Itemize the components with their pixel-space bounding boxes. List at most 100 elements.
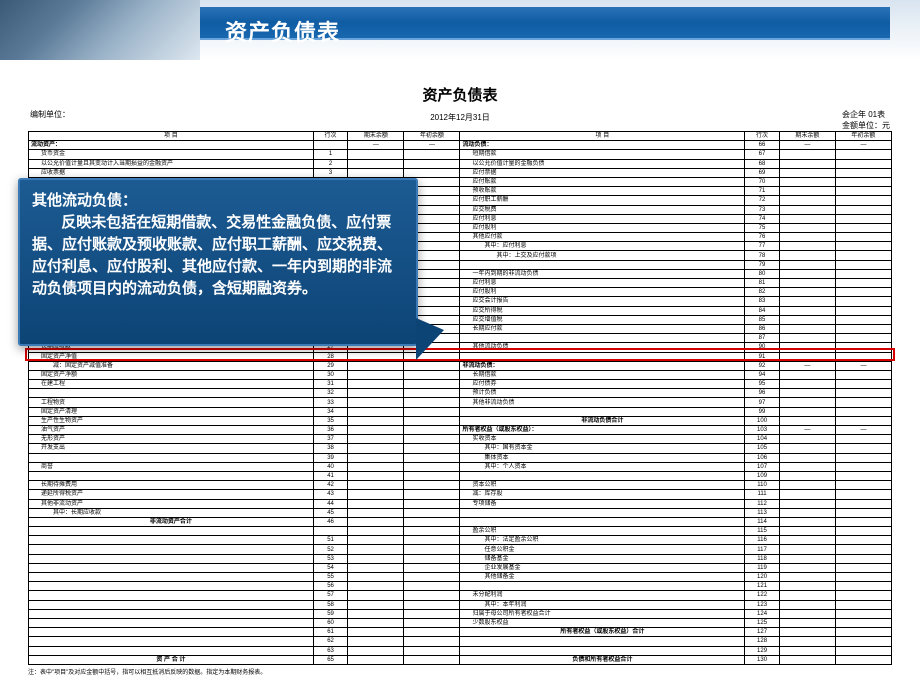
table-row: 51其中：法定盈余公积116 [29,536,892,545]
col-item-r: 项 目 [460,132,745,141]
item-cell: 非流动负债合计 [460,416,745,425]
rownum-cell: 103 [745,426,780,435]
item-cell [29,582,314,591]
begin-cell [835,508,891,517]
begin-cell [404,370,460,379]
begin-cell [835,453,891,462]
begin-cell [404,471,460,480]
end-cell [348,628,404,637]
item-cell: 商誉 [29,462,314,471]
end-cell [348,398,404,407]
item-cell: 以公允价值计量的金融负债 [460,159,745,168]
end-cell [348,637,404,646]
rownum-cell: 71 [745,187,780,196]
table-row: 流动资产：——流动负债：66—— [29,141,892,150]
end-cell [779,251,835,260]
item-cell: 其中：国有资本金 [460,444,745,453]
begin-cell [835,380,891,389]
end-cell [348,426,404,435]
end-cell [779,462,835,471]
rownum-cell: 79 [745,260,780,269]
rownum-cell: 58 [313,600,348,609]
rownum-cell: 60 [313,618,348,627]
item-cell [29,609,314,618]
rownum-cell: 68 [745,159,780,168]
callout-body: 反映未包括在短期借款、交易性金融负债、应付票据、应付账款及预收账款、应付职工薪酬… [32,212,404,300]
begin-cell [835,471,891,480]
begin-cell [835,242,891,251]
rownum-cell: 117 [745,545,780,554]
begin-cell [404,582,460,591]
end-cell: — [348,141,404,150]
end-cell [348,490,404,499]
table-row: 生产性生物资产35非流动负债合计100 [29,416,892,425]
table-row: 固定资产清理3499 [29,407,892,416]
end-cell [779,150,835,159]
rownum-cell: 44 [313,499,348,508]
end-cell: — [779,426,835,435]
end-cell [779,269,835,278]
sheet-title: 资产负债表 [0,84,920,105]
table-row: 资 产 合 计65负债和所有者权益合计130 [29,655,892,664]
item-cell [29,453,314,462]
end-cell [779,297,835,306]
end-cell [348,536,404,545]
item-cell: 一年内到期的非流动负债 [460,269,745,278]
begin-cell [835,444,891,453]
end-cell [348,471,404,480]
table-row: 62128 [29,637,892,646]
table-row: 货币资金1短期借款67 [29,150,892,159]
rownum-cell: 66 [745,141,780,150]
rownum-cell: 38 [313,444,348,453]
begin-cell [835,389,891,398]
rownum-cell: 124 [745,609,780,618]
table-row: 54企业发展基金119 [29,563,892,572]
begin-cell [835,297,891,306]
end-cell [348,618,404,627]
rownum-cell: 86 [745,324,780,333]
begin-cell [404,389,460,398]
end-cell [779,600,835,609]
rownum-cell: 122 [745,591,780,600]
rownum-cell: 57 [313,591,348,600]
begin-cell [835,288,891,297]
rownum-cell: 85 [745,315,780,324]
item-cell [460,517,745,526]
begin-cell [835,159,891,168]
begin-cell [835,223,891,232]
item-cell: 专项储备 [460,499,745,508]
rownum-cell: 99 [745,407,780,416]
item-cell [460,352,745,361]
end-cell [779,343,835,352]
begin-cell [404,168,460,177]
end-cell [348,600,404,609]
rownum-cell: 105 [745,444,780,453]
rownum-cell: 36 [313,426,348,435]
begin-cell [404,655,460,664]
end-cell [779,196,835,205]
header-decoration-image [0,0,200,60]
item-cell: 在建工程 [29,380,314,389]
item-cell: 流动资产： [29,141,314,150]
begin-cell [835,545,891,554]
item-cell: 油气资产 [29,426,314,435]
begin-cell [835,251,891,260]
rownum-cell: 128 [745,637,780,646]
slide-header: 资产负债表 [0,0,920,60]
rownum-cell: 97 [745,398,780,407]
table-row: 工程物资33其他非流动负债97 [29,398,892,407]
item-cell [460,260,745,269]
rownum-cell: 54 [313,563,348,572]
begin-cell [404,407,460,416]
end-cell [779,582,835,591]
begin-cell [404,159,460,168]
end-cell [779,481,835,490]
item-cell: 应交会计报告 [460,297,745,306]
rownum-cell: 45 [313,508,348,517]
rownum-cell: 80 [745,269,780,278]
rownum-cell: 53 [313,554,348,563]
table-row: 39集体资本106 [29,453,892,462]
begin-cell [835,628,891,637]
item-cell: 减：固定资产减值准备 [29,361,314,370]
end-cell [348,545,404,554]
